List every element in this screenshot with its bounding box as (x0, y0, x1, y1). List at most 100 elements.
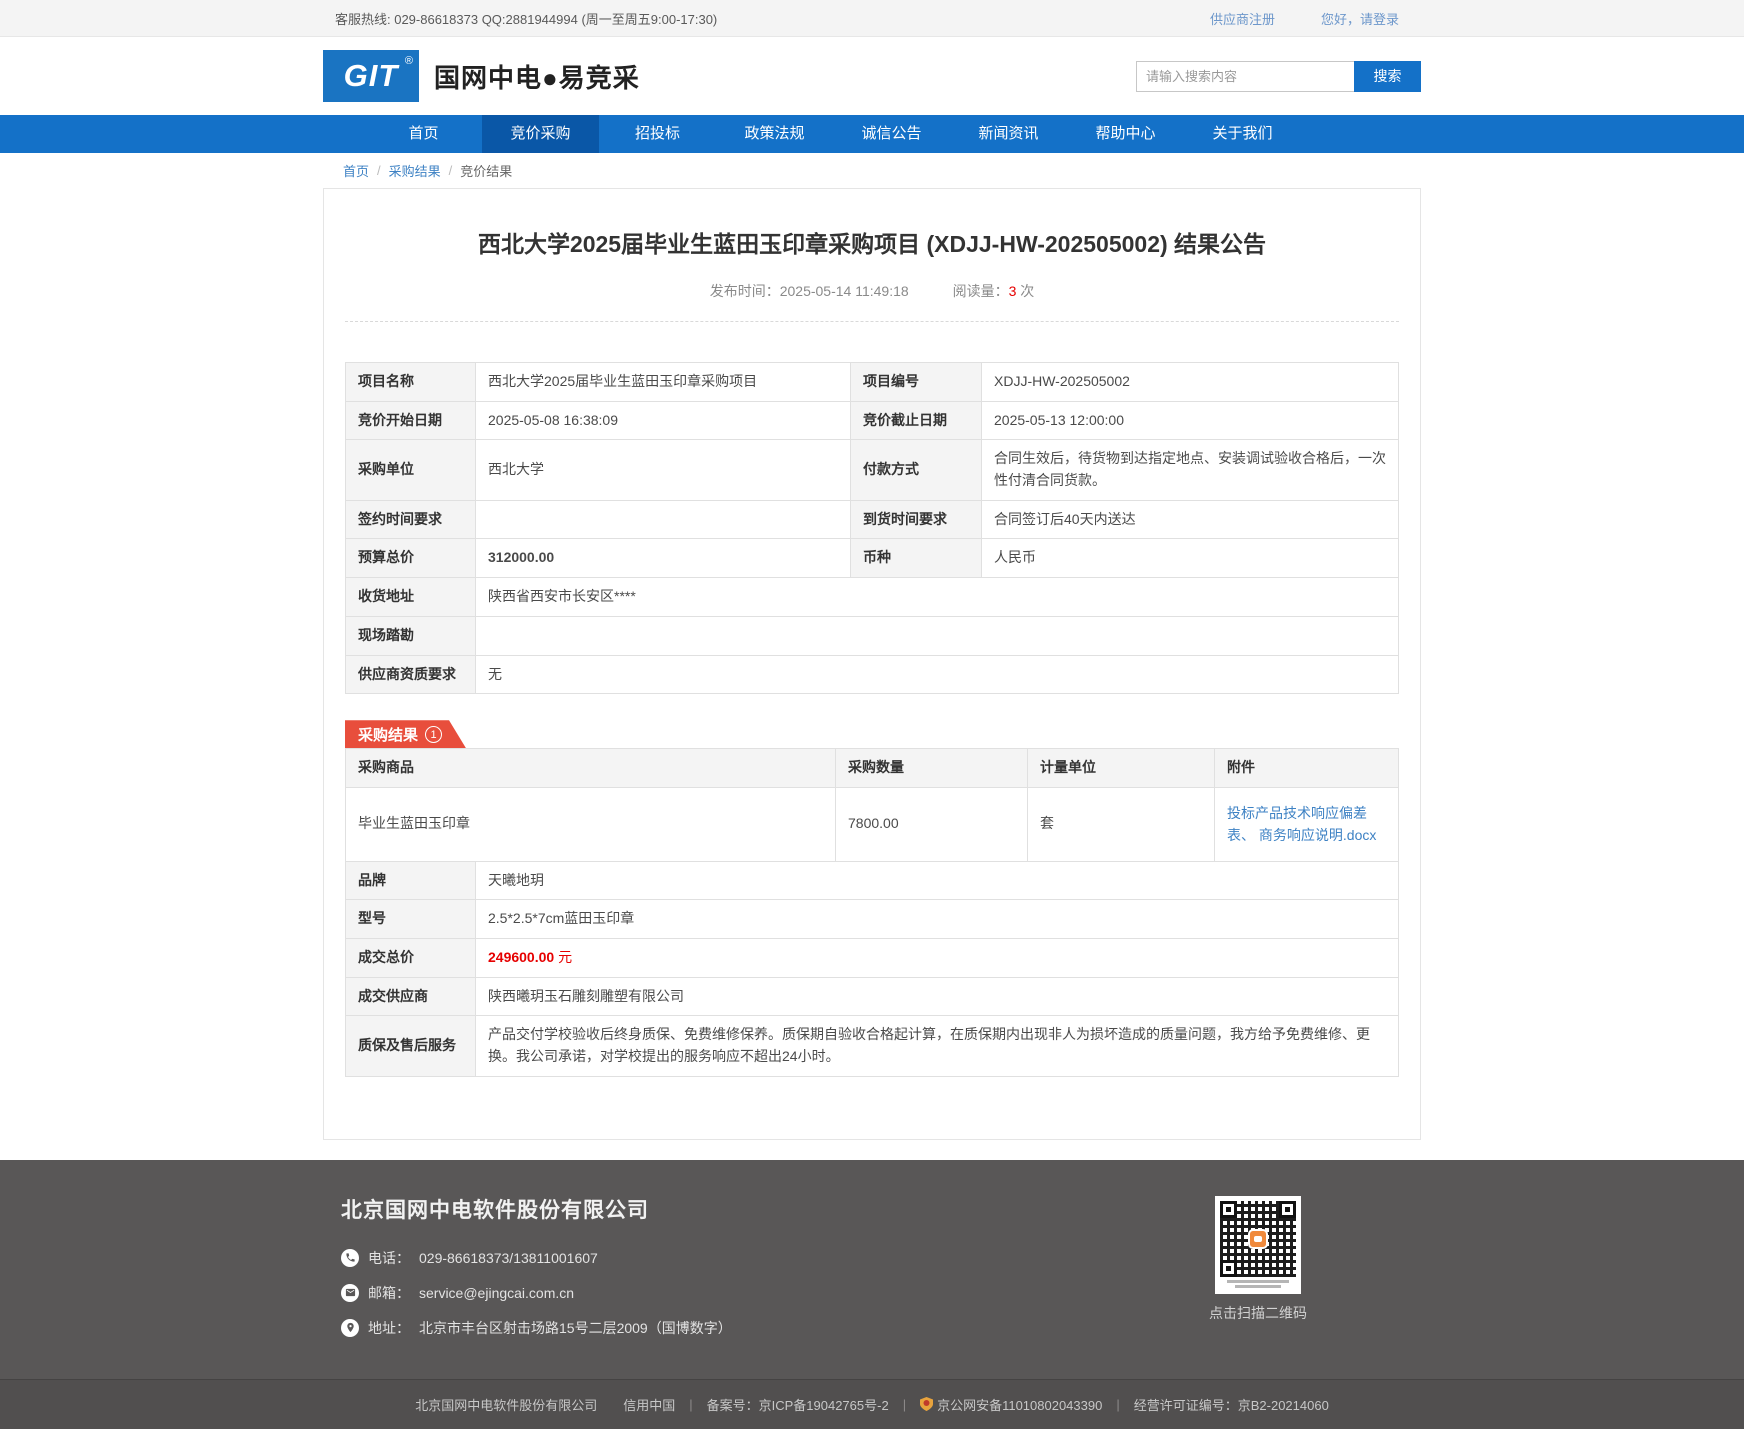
project-info-table: 项目名称 西北大学2025届毕业生蓝田玉印章采购项目 项目编号 XDJJ-HW-… (345, 362, 1399, 694)
breadcrumb-bar: 首页 / 采购结果 / 竞价结果 (0, 153, 1744, 188)
table-row: 竞价开始日期 2025-05-08 16:38:09 竞价截止日期 2025-0… (346, 401, 1399, 440)
footer-phone-value: 029-86618373/13811001607 (419, 1250, 598, 1266)
winning-supplier: 陕西曦玥玉石雕刻雕塑有限公司 (476, 977, 1399, 1016)
info-label: 现场踏勘 (346, 616, 476, 655)
breadcrumb-home[interactable]: 首页 (343, 161, 369, 180)
breadcrumb-purchase-results[interactable]: 采购结果 (389, 161, 441, 180)
product-name: 毕业生蓝田玉印章 (346, 787, 836, 861)
table-row: 供应商资质要求 无 (346, 655, 1399, 694)
icp-record-number: 备案号：京ICP备19042765号-2 (707, 1395, 889, 1414)
info-label: 竞价开始日期 (346, 401, 476, 440)
main-nav: 首页 竞价采购 招投标 政策法规 诚信公告 新闻资讯 帮助中心 关于我们 (0, 115, 1744, 153)
qr-caption: 点击扫描二维码 (1209, 1303, 1307, 1323)
budget-total-value: 312000.00 (476, 539, 851, 578)
logo[interactable]: GIT ® 国网中电●易竞采 (323, 50, 640, 102)
info-label: 收货地址 (346, 578, 476, 617)
qr-finder (1220, 1260, 1237, 1277)
nav-item-bidding-purchase[interactable]: 竞价采购 (482, 115, 599, 153)
brand-value: 天曦地玥 (476, 861, 1399, 900)
login-link[interactable]: 您好，请登录 (1321, 9, 1399, 28)
info-value: 合同签订后40天内送达 (982, 500, 1399, 539)
nav-item-integrity[interactable]: 诚信公告 (833, 115, 950, 153)
info-value: 2025-05-08 16:38:09 (476, 401, 851, 440)
search-bar: 搜索 (1136, 61, 1421, 92)
column-header: 附件 (1215, 749, 1399, 788)
deal-price-unit: 元 (558, 949, 572, 965)
qr-label (1220, 1280, 1296, 1288)
footer-email-value: service@ejingcai.com.cn (419, 1285, 574, 1301)
search-input[interactable] (1136, 61, 1354, 92)
git-logo-icon: GIT ® (323, 50, 419, 102)
footer-phone-row: 电话：029-86618373/13811001607 (341, 1248, 732, 1268)
publish-time-value: 2025-05-14 11:49:18 (780, 283, 909, 299)
nav-item-tender[interactable]: 招投标 (599, 115, 716, 153)
result-detail-table: 品牌 天曦地玥 型号 2.5*2.5*7cm蓝田玉印章 成交总价 249600.… (345, 861, 1399, 1077)
qr-finder (1279, 1201, 1296, 1218)
info-value: 人民币 (982, 539, 1399, 578)
detail-label: 品牌 (346, 861, 476, 900)
site-header: GIT ® 国网中电●易竞采 搜索 (0, 37, 1744, 115)
table-row: 签约时间要求 到货时间要求 合同签订后40天内送达 (346, 500, 1399, 539)
phone-icon (341, 1249, 359, 1267)
brand-title: 国网中电●易竞采 (434, 58, 640, 95)
nav-item-news[interactable]: 新闻资讯 (950, 115, 1067, 153)
deal-total-price: 249600.00 (488, 949, 554, 965)
topbar: 客服热线: 029-86618373 QQ:2881944994 (周一至周五9… (0, 0, 1744, 37)
nav-item-help[interactable]: 帮助中心 (1067, 115, 1184, 153)
attachment-line2: 商务响应说明.docx (1259, 827, 1376, 843)
search-button[interactable]: 搜索 (1354, 61, 1421, 92)
business-license-number: 经营许可证编号：京B2-20214060 (1134, 1395, 1329, 1414)
footer-company-name: 北京国网中电软件股份有限公司 (323, 1194, 732, 1224)
info-value: XDJJ-HW-202505002 (982, 363, 1399, 402)
info-label: 供应商资质要求 (346, 655, 476, 694)
info-label: 到货时间要求 (851, 500, 982, 539)
purchase-quantity: 7800.00 (836, 787, 1028, 861)
publish-info: 发布时间：2025-05-14 11:49:18 阅读量：3 次 (345, 281, 1399, 301)
purchase-result-table: 采购商品 采购数量 计量单位 附件 毕业生蓝田玉印章 7800.00 套 投标产… (345, 748, 1399, 861)
page-title: 西北大学2025届毕业生蓝田玉印章采购项目 (XDJJ-HW-202505002… (345, 225, 1399, 259)
info-label: 预算总价 (346, 539, 476, 578)
info-value (476, 616, 1399, 655)
hotline-text: 客服热线: 029-86618373 QQ:2881944994 (周一至周五9… (323, 9, 717, 28)
table-row: 采购单位 西北大学 付款方式 合同生效后，待货物到达指定地点、安装调试验收合格后… (346, 440, 1399, 500)
table-row: 品牌 天曦地玥 (346, 861, 1399, 900)
credit-china-link: 信用中国 (623, 1395, 675, 1414)
table-row: 成交总价 249600.00 元 (346, 939, 1399, 978)
info-label: 签约时间要求 (346, 500, 476, 539)
qr-code[interactable] (1215, 1196, 1301, 1294)
info-value: 合同生效后，待货物到达指定地点、安装调试验收合格后，一次性付清合同货款。 (982, 440, 1399, 500)
supplier-register-link[interactable]: 供应商注册 (1210, 9, 1275, 28)
column-header: 采购商品 (346, 749, 836, 788)
unit-of-measure: 套 (1028, 787, 1215, 861)
purchase-result-ribbon: 采购结果 1 (345, 720, 466, 748)
column-header: 采购数量 (836, 749, 1028, 788)
divider (345, 321, 1399, 322)
breadcrumb: 首页 / 采购结果 / 竞价结果 (323, 153, 1421, 188)
footer-address-label: 地址： (368, 1318, 410, 1338)
views-count: 3 (1009, 283, 1017, 299)
mail-icon (341, 1284, 359, 1302)
warranty-service-text: 产品交付学校验收后终身质保、免费维修保养。质保期自验收合格起计算，在质保期内出现… (476, 1016, 1399, 1076)
table-row: 现场踏勘 (346, 616, 1399, 655)
police-record-number: 京公网安备11010802043390 (937, 1395, 1102, 1414)
info-value: 西北大学 (476, 440, 851, 500)
site-footer: 北京国网中电软件股份有限公司 电话：029-86618373/138110016… (0, 1160, 1744, 1429)
views-unit: 次 (1020, 283, 1034, 299)
info-label: 项目编号 (851, 363, 982, 402)
qr-finder (1220, 1201, 1237, 1218)
ribbon-label: 采购结果 (358, 724, 418, 745)
footer-address-row: 地址：北京市丰台区射击场路15号二层2009（国博数字） (341, 1318, 732, 1338)
nav-item-policy[interactable]: 政策法规 (716, 115, 833, 153)
info-label: 竞价截止日期 (851, 401, 982, 440)
qr-center-logo (1248, 1229, 1268, 1249)
publish-time-label: 发布时间： (710, 283, 780, 299)
qr-code-block[interactable]: 点击扫描二维码 (1209, 1194, 1307, 1353)
info-value: 陕西省西安市长安区**** (476, 578, 1399, 617)
detail-label: 质保及售后服务 (346, 1016, 476, 1076)
nav-item-about[interactable]: 关于我们 (1184, 115, 1301, 153)
logo-text: GIT (344, 58, 399, 94)
info-value: 2025-05-13 12:00:00 (982, 401, 1399, 440)
breadcrumb-separator: / (377, 163, 381, 178)
attachment-link[interactable]: 投标产品技术响应偏差表、 商务响应说明.docx (1227, 802, 1386, 847)
nav-item-home[interactable]: 首页 (365, 115, 482, 153)
